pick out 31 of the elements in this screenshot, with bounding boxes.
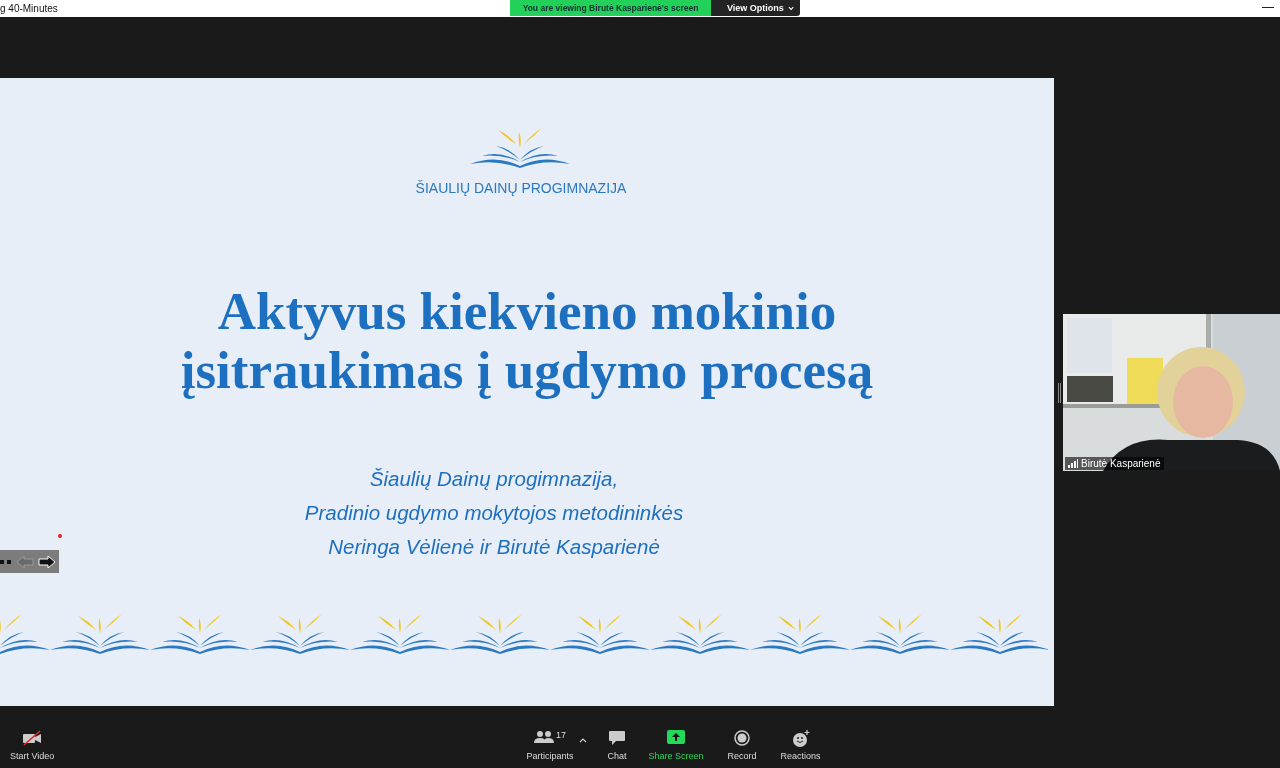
minimize-icon[interactable] — [1262, 6, 1274, 9]
chevron-down-icon — [787, 5, 794, 11]
toolbar-button[interactable]: Start Video — [6, 729, 59, 761]
next-arrow-icon[interactable] — [38, 554, 56, 569]
share-screen-icon — [666, 729, 685, 744]
slide-title: įsitraukimas į ugdymo procesą — [180, 341, 874, 400]
pointer-dot — [58, 534, 62, 538]
more-icon[interactable] — [0, 558, 12, 565]
drag-handle-icon[interactable] — [1058, 383, 1061, 403]
school-name: ŠIAULIŲ DAINŲ PROGIMNAZIJA — [415, 180, 627, 196]
viewing-banner: You are viewing Birutė Kasparienė's screen — [510, 0, 711, 16]
slide-title: Aktyvus kiekvieno mokinio — [217, 282, 837, 341]
slide-subtitle: Neringa Vėlienė ir Birutė Kasparienė — [328, 534, 660, 560]
toolbar-button[interactable]: Record — [723, 729, 761, 761]
participant-count: 17 — [555, 729, 566, 740]
window-title: g 40-Minutes — [0, 3, 58, 14]
participant-name: Birutė Kasparienė — [1081, 458, 1161, 469]
slide-subtitle: Pradinio ugdymo mokytojos metodininkės — [304, 500, 684, 526]
record-icon — [733, 729, 750, 746]
slide-subtitle: Šiaulių Dainų progimnazija, — [369, 466, 619, 492]
toolbar-button[interactable]: Reactions — [776, 729, 825, 761]
smiley-plus-icon — [791, 729, 810, 747]
toolbar-button[interactable]: Share Screen — [644, 729, 708, 761]
caret-up-icon[interactable] — [579, 737, 588, 743]
people-icon — [533, 729, 554, 744]
chat-bubble-icon — [607, 729, 626, 746]
signal-icon — [1068, 459, 1078, 468]
video-off-icon — [22, 729, 43, 746]
toolbar-button[interactable]: 17 Participants — [522, 729, 578, 761]
toolbar-button[interactable]: Chat — [603, 729, 631, 761]
view-options-button[interactable]: View Options — [711, 0, 800, 16]
